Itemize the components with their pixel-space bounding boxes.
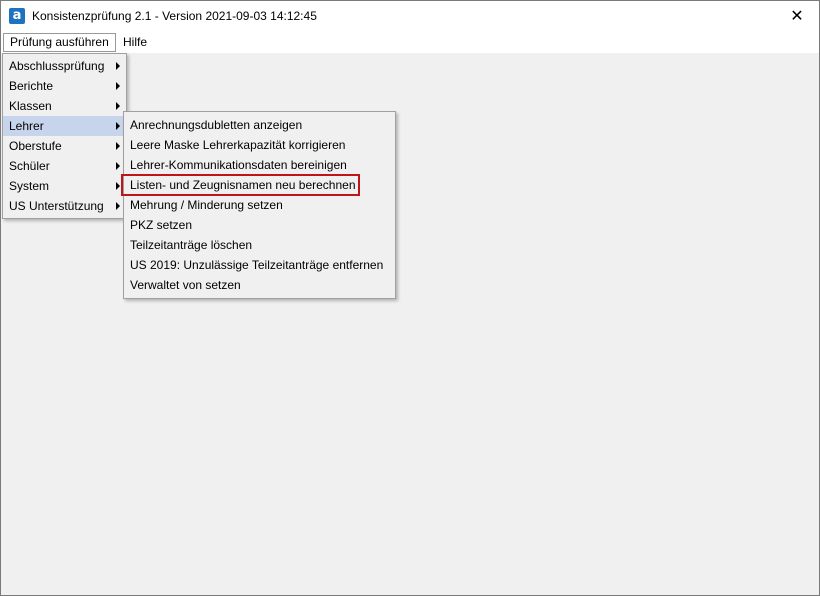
submenu-item-label: Lehrer-Kommunikationsdaten bereinigen: [130, 158, 347, 172]
pruefung-dropdown-menu: Abschlussprüfung Berichte Klassen Lehrer…: [2, 53, 127, 219]
menu-item-berichte[interactable]: Berichte: [3, 76, 126, 96]
menu-item-schueler[interactable]: Schüler: [3, 156, 126, 176]
close-icon: ✕: [790, 6, 804, 25]
menubar-pruefung-ausfuehren[interactable]: Prüfung ausführen: [3, 33, 116, 52]
app-logo-icon: a: [9, 8, 25, 24]
menu-item-label: Lehrer: [9, 119, 44, 133]
menubar-hilfe[interactable]: Hilfe: [117, 33, 153, 52]
menu-item-label: Klassen: [9, 99, 52, 113]
menu-item-label: US Unterstützung: [9, 199, 104, 213]
submenu-item-label: Mehrung / Minderung setzen: [130, 198, 283, 212]
menu-bar: Prüfung ausführen Hilfe: [1, 31, 819, 54]
menu-item-label: Schüler: [9, 159, 50, 173]
submenu-arrow-icon: [116, 202, 120, 210]
submenu-item-label: US 2019: Unzulässige Teilzeitanträge ent…: [130, 258, 384, 272]
submenu-arrow-icon: [116, 142, 120, 150]
submenu-item-anrechnungsdubletten[interactable]: Anrechnungsdubletten anzeigen: [124, 115, 395, 135]
submenu-item-us2019-teilzeitantraege[interactable]: US 2019: Unzulässige Teilzeitanträge ent…: [124, 255, 395, 275]
menu-item-klassen[interactable]: Klassen: [3, 96, 126, 116]
submenu-item-label: Leere Maske Lehrerkapazität korrigieren: [130, 138, 346, 152]
submenu-item-label: Verwaltet von setzen: [130, 278, 241, 292]
submenu-item-pkz-setzen[interactable]: PKZ setzen: [124, 215, 395, 235]
submenu-item-teilzeitantraege-loeschen[interactable]: Teilzeitanträge löschen: [124, 235, 395, 255]
submenu-item-label: Teilzeitanträge löschen: [130, 238, 253, 252]
menu-item-label: Oberstufe: [9, 139, 62, 153]
submenu-item-leere-maske[interactable]: Leere Maske Lehrerkapazität korrigieren: [124, 135, 395, 155]
submenu-item-label: PKZ setzen: [130, 218, 193, 232]
title-bar: a Konsistenzprüfung 2.1 - Version 2021-0…: [1, 1, 819, 31]
submenu-item-kommunikationsdaten[interactable]: Lehrer-Kommunikationsdaten bereinigen: [124, 155, 395, 175]
menu-item-label: Berichte: [9, 79, 54, 93]
submenu-item-label: Listen- und Zeugnisnamen neu berechnen: [130, 178, 356, 192]
menu-item-abschlusspruefung[interactable]: Abschlussprüfung: [3, 56, 126, 76]
submenu-item-mehrung-minderung[interactable]: Mehrung / Minderung setzen: [124, 195, 395, 215]
menu-item-label: System: [9, 179, 50, 193]
submenu-item-verwaltet-von[interactable]: Verwaltet von setzen: [124, 275, 395, 295]
menu-item-oberstufe[interactable]: Oberstufe: [3, 136, 126, 156]
submenu-arrow-icon: [116, 62, 120, 70]
submenu-item-label: Anrechnungsdubletten anzeigen: [130, 118, 303, 132]
lehrer-submenu: Anrechnungsdubletten anzeigen Leere Mask…: [121, 111, 396, 299]
submenu-arrow-icon: [116, 182, 120, 190]
window-title: Konsistenzprüfung 2.1 - Version 2021-09-…: [32, 9, 317, 23]
submenu-arrow-icon: [116, 162, 120, 170]
menu-item-label: Abschlussprüfung: [9, 59, 105, 73]
menu-item-system[interactable]: System: [3, 176, 126, 196]
close-button[interactable]: ✕: [775, 1, 819, 31]
submenu-arrow-icon: [116, 82, 120, 90]
submenu-item-listen-zeugnisnamen[interactable]: Listen- und Zeugnisnamen neu berechnen: [121, 174, 395, 196]
submenu-arrow-icon: [116, 102, 120, 110]
menu-item-lehrer[interactable]: Lehrer: [3, 116, 126, 136]
submenu-arrow-icon: [116, 122, 120, 130]
menu-item-us-unterstuetzung[interactable]: US Unterstützung: [3, 196, 126, 216]
